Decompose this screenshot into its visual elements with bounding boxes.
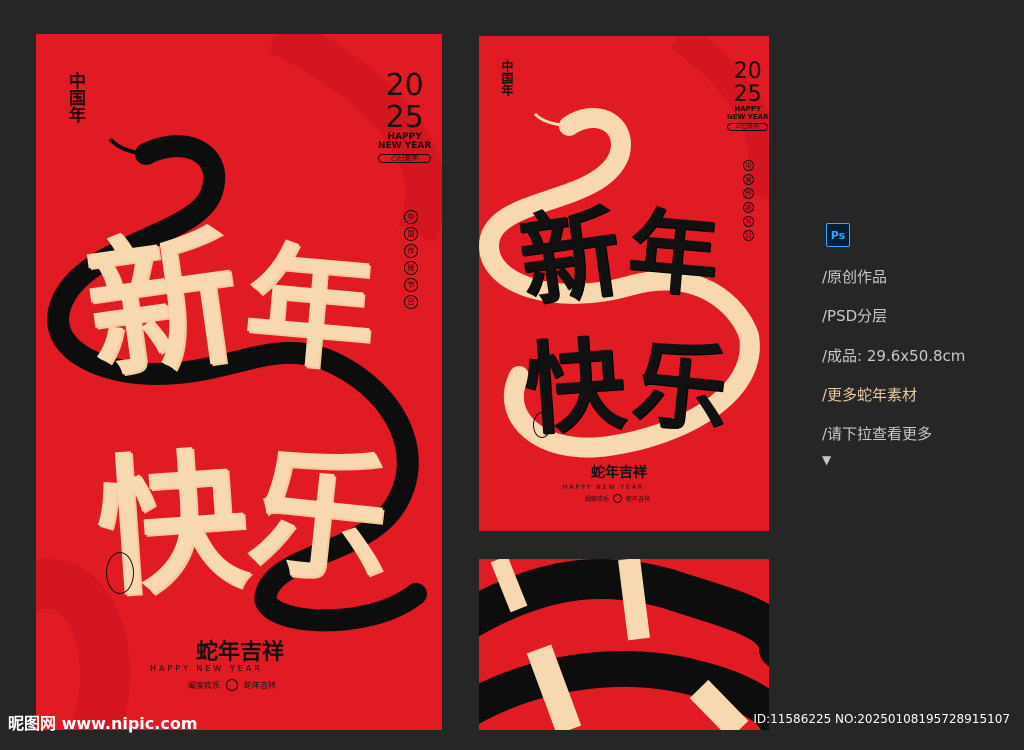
pill-right-text: 蛇年吉祥 <box>626 496 651 503</box>
site-watermark: 昵图网 www.nipic.com <box>8 714 198 733</box>
bottom-title: 蛇年吉祥 <box>591 465 647 481</box>
info-original: /原创作品 <box>822 268 888 286</box>
pill-right-text: 蛇年吉祥 <box>244 680 276 690</box>
tradition-circles: 中 国 传 统 节 日 <box>404 210 418 309</box>
circle-char: 统 <box>743 202 754 213</box>
circle-char: 国 <box>404 227 418 241</box>
circle-char: 日 <box>743 230 754 241</box>
pill-dot-icon <box>226 679 238 691</box>
headline-char-xin: 新 <box>76 207 250 403</box>
bottom-subtitle: HAPPY NEW YEAR <box>150 664 263 673</box>
down-arrow-icon: ▼ <box>822 453 832 467</box>
headline-char-nian: 年 <box>623 197 723 311</box>
new-year-text: NEW YEAR <box>378 141 432 152</box>
circle-char: 中 <box>404 210 418 224</box>
circle-char: 传 <box>743 188 754 199</box>
pill-left-text: 阖家欢乐 <box>585 496 610 503</box>
circle-char: 节 <box>743 216 754 227</box>
info-psd-layers: /PSD分层 <box>822 307 888 325</box>
year-bottom: 25 <box>385 99 424 135</box>
brand-vertical: 中国年 <box>500 60 514 96</box>
info-size: /成品: 29.6x50.8cm <box>822 347 966 365</box>
headline-char-le: 乐 <box>627 327 734 448</box>
bottom-subtitle: HAPPY NEW YEAR <box>563 484 645 491</box>
info-scroll-hint: /请下拉查看更多 <box>822 425 933 443</box>
circle-char: 传 <box>404 244 418 258</box>
lunar-tag: 乙巳蛇年 <box>727 122 769 132</box>
seal-stamp <box>106 552 134 594</box>
poster-detail-crop <box>479 559 769 730</box>
circle-char: 中 <box>743 160 754 171</box>
circle-char: 国 <box>743 174 754 185</box>
info-more-link[interactable]: /更多蛇年素材 <box>822 384 917 405</box>
circle-char: 日 <box>404 295 418 309</box>
bottom-title: 蛇年吉祥 <box>196 639 285 665</box>
seal-stamp <box>533 412 551 438</box>
headline-char-le: 乐 <box>241 428 398 606</box>
year-top: 20 <box>385 68 424 103</box>
poster-second: 中国年 20 25 HAPPY NEW YEAR 乙巳蛇年 中 国 传 统 节 … <box>479 36 769 531</box>
brand-vertical: 中国年 <box>65 72 85 123</box>
headline-char-nian: 年 <box>238 226 382 391</box>
year-bottom: 25 <box>733 82 762 108</box>
year-block: 20 25 HAPPY NEW YEAR 乙巳蛇年 <box>378 68 432 164</box>
pill-left-text: 阖家欢乐 <box>188 680 220 690</box>
bottom-pill: 阖家欢乐 蛇年吉祥 <box>585 494 650 503</box>
lunar-tag: 乙巳蛇年 <box>378 153 432 164</box>
pill-dot-icon <box>613 494 623 503</box>
new-year-text: NEW YEAR <box>727 112 769 121</box>
year-top: 20 <box>733 59 762 84</box>
year-block: 20 25 HAPPY NEW YEAR 乙巳蛇年 <box>727 59 769 132</box>
tradition-circles: 中 国 传 统 节 日 <box>743 160 754 241</box>
detail-brush-strokes <box>479 559 769 730</box>
photoshop-icon: Ps <box>826 223 850 247</box>
circle-char: 节 <box>404 278 418 292</box>
bottom-pill: 阖家欢乐 蛇年吉祥 <box>188 679 276 691</box>
poster-main: 中国年 20 25 HAPPY NEW YEAR 乙巳蛇年 中 国 传 统 节 … <box>36 34 442 730</box>
circle-char: 统 <box>404 261 418 275</box>
id-watermark: ID:11586225 NO:20250108195728915107 <box>753 712 1010 726</box>
